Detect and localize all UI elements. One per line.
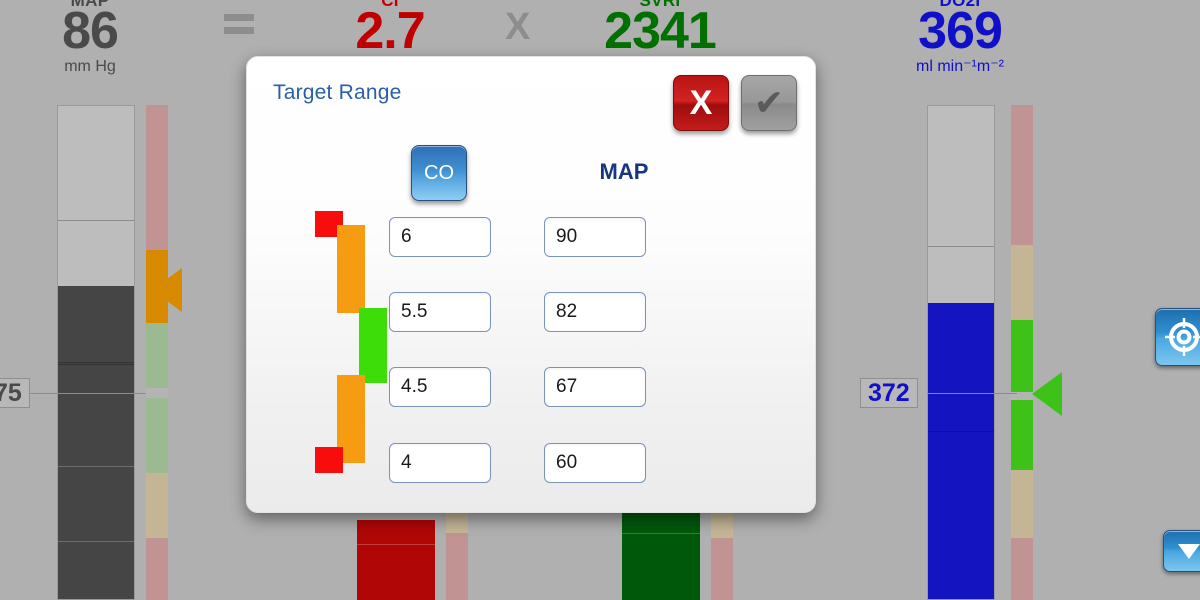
gauge-map-zone-strip — [146, 105, 168, 600]
crosshair-icon — [1165, 318, 1200, 356]
parameter-svri[interactable]: SVRI 2341 — [580, 0, 740, 57]
cancel-button[interactable]: X — [673, 75, 729, 131]
column-header-map: MAP — [599, 159, 649, 184]
gauge-map-track — [57, 105, 135, 600]
input-co-lower-target[interactable]: 4.5 — [389, 367, 491, 407]
gauge-do2i-track — [927, 105, 995, 600]
input-co-lower-alarm[interactable]: 4 — [389, 443, 491, 483]
monitor-screen: MAP 86 mm Hg CI 2.7 SVRI 2341 DO2I 369 m… — [0, 0, 1200, 600]
dialog-title: Target Range — [273, 81, 402, 104]
gauge-map-callout: 75 — [0, 378, 30, 408]
input-co-upper-target[interactable]: 5.5 — [389, 292, 491, 332]
checkmark-icon: ✔ — [753, 82, 785, 123]
parameter-svri-value: 2341 — [604, 2, 717, 60]
gauge-map-fill — [58, 286, 134, 599]
column-toggle-co-label: CO — [424, 161, 454, 184]
confirm-button[interactable]: ✔ — [741, 75, 797, 131]
gauge-do2i-fill — [928, 303, 994, 599]
gauge-do2i-pointer-icon — [1032, 372, 1062, 416]
equals-operator-icon — [224, 14, 258, 40]
range-indicator-lower-alarm — [315, 447, 343, 473]
chevron-down-icon — [1178, 544, 1200, 559]
input-map-lower-target[interactable]: 67 — [544, 367, 646, 407]
gauge-ci-fill — [357, 520, 435, 600]
parameter-map-value: 86 — [62, 2, 119, 60]
gauge-svri-fill — [622, 511, 700, 600]
gauge-do2i-callout: 372 — [860, 378, 918, 408]
close-icon: X — [689, 84, 713, 122]
range-indicator — [315, 211, 387, 473]
parameter-ci[interactable]: CI 2.7 — [320, 0, 460, 57]
parameter-map[interactable]: MAP 86 mm Hg — [20, 0, 160, 75]
parameter-map-unit: mm Hg — [64, 58, 116, 75]
target-range-dialog: Target Range X ✔ CO MAP 6 90 5.5 82 4.5 … — [246, 56, 816, 513]
gauge-do2i-zone-strip — [1011, 105, 1033, 600]
parameter-do2i[interactable]: DO2I 369 ml min⁻¹m⁻² — [880, 0, 1040, 75]
parameter-do2i-unit: ml min⁻¹m⁻² — [916, 58, 1004, 75]
parameter-ci-value: 2.7 — [355, 2, 425, 60]
scroll-down-button[interactable] — [1163, 530, 1200, 572]
range-indicator-target — [359, 308, 387, 383]
input-map-upper-alarm[interactable]: 90 — [544, 217, 646, 257]
target-button[interactable] — [1155, 308, 1200, 366]
range-indicator-upper-warning — [337, 225, 365, 313]
parameter-do2i-value: 369 — [918, 2, 1003, 60]
multiply-operator-icon: X — [505, 6, 531, 48]
gauge-do2i-callout-line — [927, 393, 1017, 394]
input-map-upper-target[interactable]: 82 — [544, 292, 646, 332]
input-map-lower-alarm[interactable]: 60 — [544, 443, 646, 483]
column-toggle-co[interactable]: CO — [411, 145, 467, 201]
input-co-upper-alarm[interactable]: 6 — [389, 217, 491, 257]
gauge-map-pointer-icon — [152, 268, 182, 312]
